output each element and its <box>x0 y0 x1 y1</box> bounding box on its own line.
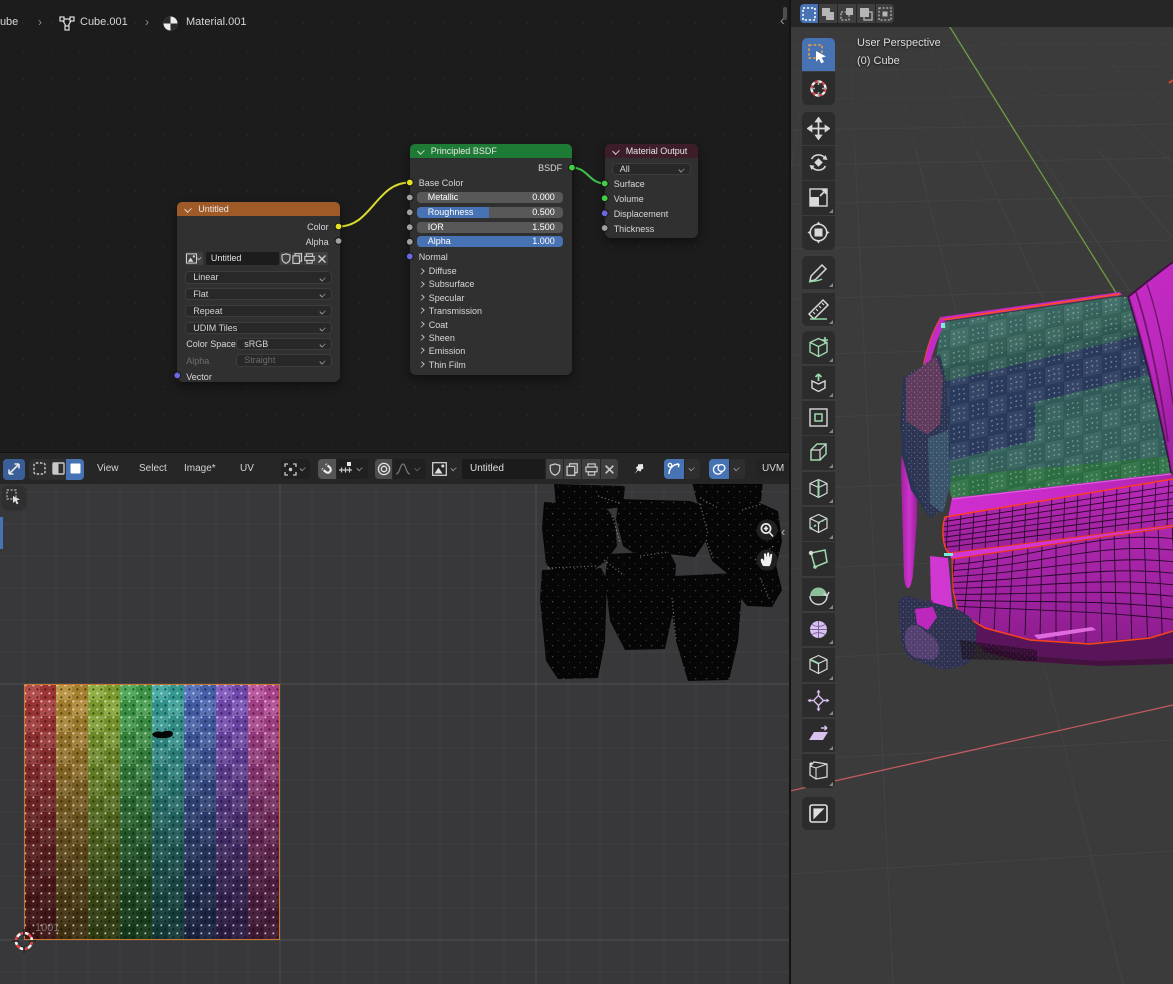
svg-text:1001: 1001 <box>35 922 59 934</box>
svg-text:‹: ‹ <box>781 524 785 539</box>
